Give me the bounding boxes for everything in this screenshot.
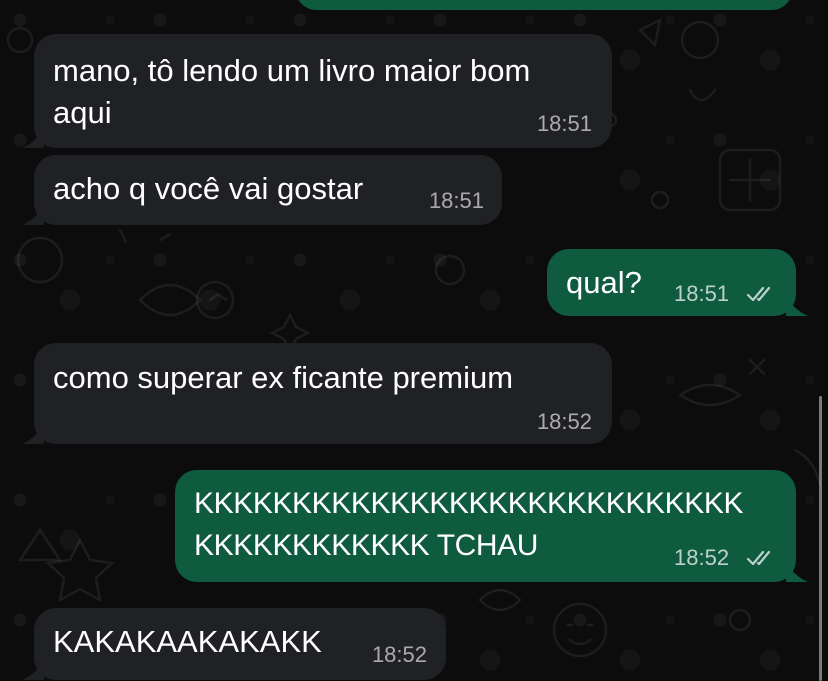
message-text: mano, tô lendo um livro maior bom aqui	[53, 53, 531, 130]
message-timestamp: 18:51	[428, 188, 484, 213]
bubble-tail	[22, 660, 44, 680]
message-text: como superar ex ficante premium	[53, 360, 514, 395]
message-timestamp: 18:51	[674, 281, 730, 306]
bubble-tail	[22, 424, 44, 444]
message-bubble-outgoing[interactable]: qual? 18:51	[547, 249, 808, 316]
double-check-icon	[746, 286, 771, 302]
message-timestamp: 18:51	[536, 111, 592, 136]
bubble-tail	[22, 128, 44, 148]
bubble-tail	[786, 296, 808, 316]
message-text: qual?	[566, 265, 642, 300]
message-timestamp: 18:52	[536, 409, 592, 434]
scrollbar[interactable]	[819, 396, 822, 681]
message-text: acho q você vai gostar	[53, 171, 364, 206]
message-bubble-incoming[interactable]: acho q você vai gostar 18:51	[22, 155, 502, 225]
message-text: KAKAKAAKAKAKK	[53, 624, 322, 659]
message-text: KKKKKKKKKKKKKKKKKKKKKKKKKKKK KKKKKKKKKKK…	[194, 487, 744, 562]
bubble-tail	[22, 205, 44, 225]
bubble-tail	[786, 562, 808, 582]
message-bubble-outgoing-partial[interactable]	[296, 0, 792, 10]
message-bubble-incoming[interactable]: mano, tô lendo um livro maior bom aqui 1…	[22, 34, 612, 148]
double-check-icon	[746, 550, 771, 566]
message-timestamp: 18:52	[371, 642, 427, 667]
chat-view[interactable]: mano, tô lendo um livro maior bom aqui 1…	[0, 0, 828, 681]
message-bubble-outgoing[interactable]: KKKKKKKKKKKKKKKKKKKKKKKKKKKK KKKKKKKKKKK…	[175, 470, 808, 582]
message-timestamp: 18:52	[674, 545, 730, 570]
message-bubble-incoming[interactable]: KAKAKAAKAKAKK 18:52	[22, 608, 446, 680]
message-bubble-incoming[interactable]: como superar ex ficante premium 18:52	[22, 343, 612, 444]
